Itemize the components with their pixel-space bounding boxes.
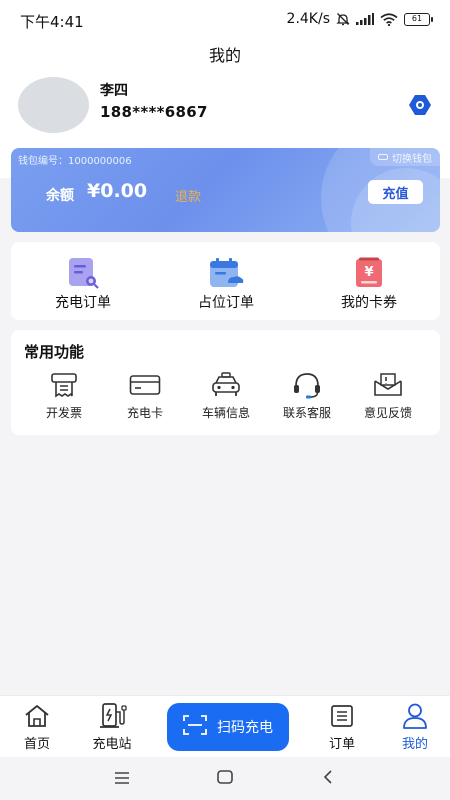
- avatar[interactable]: [18, 77, 89, 133]
- wallet-number: 钱包编号：1000000006: [18, 156, 132, 167]
- orders-list-icon: [327, 702, 357, 730]
- invoice-button[interactable]: 开发票: [23, 370, 105, 421]
- page-title: 我的: [208, 46, 241, 65]
- switch-wallet-label: 切换钱包: [392, 153, 432, 165]
- nav-stations[interactable]: 充电站: [77, 702, 147, 752]
- nav-stations-label: 充电站: [92, 737, 132, 752]
- bottom-nav: 首页 充电站 扫码充电 订单 我的: [0, 695, 450, 757]
- home-icon: [22, 702, 52, 730]
- gear-icon: [408, 94, 432, 120]
- parking-order-button[interactable]: 占位订单: [161, 256, 291, 312]
- status-bar: 下午4:41 2.4K/s 61: [0, 0, 450, 40]
- status-time: 下午4:41: [20, 13, 84, 31]
- feedback-button[interactable]: 意见反馈: [347, 370, 429, 421]
- balance-value: ¥0.00: [87, 180, 148, 202]
- charge-order-button[interactable]: 充电订单: [18, 256, 148, 312]
- customer-service-label: 联系客服: [282, 406, 331, 420]
- headset-icon: [290, 370, 324, 400]
- scan-icon: [183, 714, 207, 740]
- coupon-label: 我的卡券: [341, 295, 397, 311]
- parking-order-label: 占位订单: [198, 295, 254, 311]
- vehicle-info-button[interactable]: 车辆信息: [185, 370, 267, 421]
- balance-label: 余额: [46, 188, 74, 204]
- charge-order-icon: [65, 256, 101, 290]
- car-icon: [209, 370, 243, 400]
- svg-text:¥: ¥: [364, 265, 373, 280]
- scan-charge-label: 扫码充电: [217, 720, 273, 736]
- switch-wallet-button[interactable]: 切换钱包: [370, 148, 440, 166]
- nav-home[interactable]: 首页: [2, 702, 72, 752]
- status-indicators: 2.4K/s 61: [286, 11, 433, 27]
- back-icon: [322, 769, 334, 789]
- wallet-switch-icon: [378, 154, 388, 160]
- square-icon: [216, 769, 234, 789]
- system-nav-bar: [0, 757, 450, 800]
- feedback-label: 意见反馈: [363, 406, 412, 420]
- mute-icon: [336, 12, 350, 26]
- user-name: 李四: [100, 83, 128, 99]
- nav-mine[interactable]: 我的: [380, 702, 450, 752]
- wallet-card: 钱包编号：1000000006 切换钱包 余额 ¥0.00 退款 充值: [11, 148, 440, 232]
- coupon-icon: ¥: [351, 256, 387, 290]
- orders-card: 充电订单 占位订单 ¥ 我的卡券: [11, 242, 440, 320]
- menu-icon: [113, 770, 131, 789]
- invoice-label: 开发票: [45, 406, 82, 420]
- refund-link[interactable]: 退款: [175, 186, 201, 205]
- menu-button[interactable]: [112, 769, 132, 789]
- charge-card-icon: [128, 370, 162, 400]
- charging-station-icon: [97, 702, 127, 730]
- parking-order-icon: [208, 256, 244, 290]
- battery-icon: 61: [404, 12, 433, 26]
- home-system-button[interactable]: [215, 769, 235, 789]
- vehicle-info-label: 车辆信息: [201, 406, 250, 420]
- common-functions-card: 常用功能 开发票 充电卡 车辆信息 联系客服 意见反馈: [11, 330, 440, 435]
- network-speed: 2.4K/s: [286, 11, 330, 27]
- charge-card-button[interactable]: 充电卡: [104, 370, 186, 421]
- feedback-icon: [371, 370, 405, 400]
- charge-order-label: 充电订单: [55, 295, 111, 311]
- recharge-button[interactable]: 充值: [368, 180, 423, 204]
- charge-card-label: 充电卡: [126, 406, 163, 420]
- wifi-icon: [380, 12, 398, 26]
- common-functions-title: 常用功能: [24, 343, 85, 361]
- nav-home-label: 首页: [23, 737, 50, 752]
- back-button[interactable]: [318, 769, 338, 789]
- nav-orders[interactable]: 订单: [307, 702, 377, 752]
- user-icon: [400, 702, 430, 730]
- signal-icon: [356, 13, 374, 25]
- nav-mine-label: 我的: [401, 737, 428, 752]
- coupon-button[interactable]: ¥ 我的卡券: [304, 256, 434, 312]
- settings-button[interactable]: [407, 95, 433, 119]
- invoice-icon: [47, 370, 81, 400]
- user-phone: 188****6867: [100, 103, 208, 121]
- customer-service-button[interactable]: 联系客服: [266, 370, 348, 421]
- nav-orders-label: 订单: [328, 737, 355, 752]
- scan-charge-button[interactable]: 扫码充电: [167, 703, 289, 751]
